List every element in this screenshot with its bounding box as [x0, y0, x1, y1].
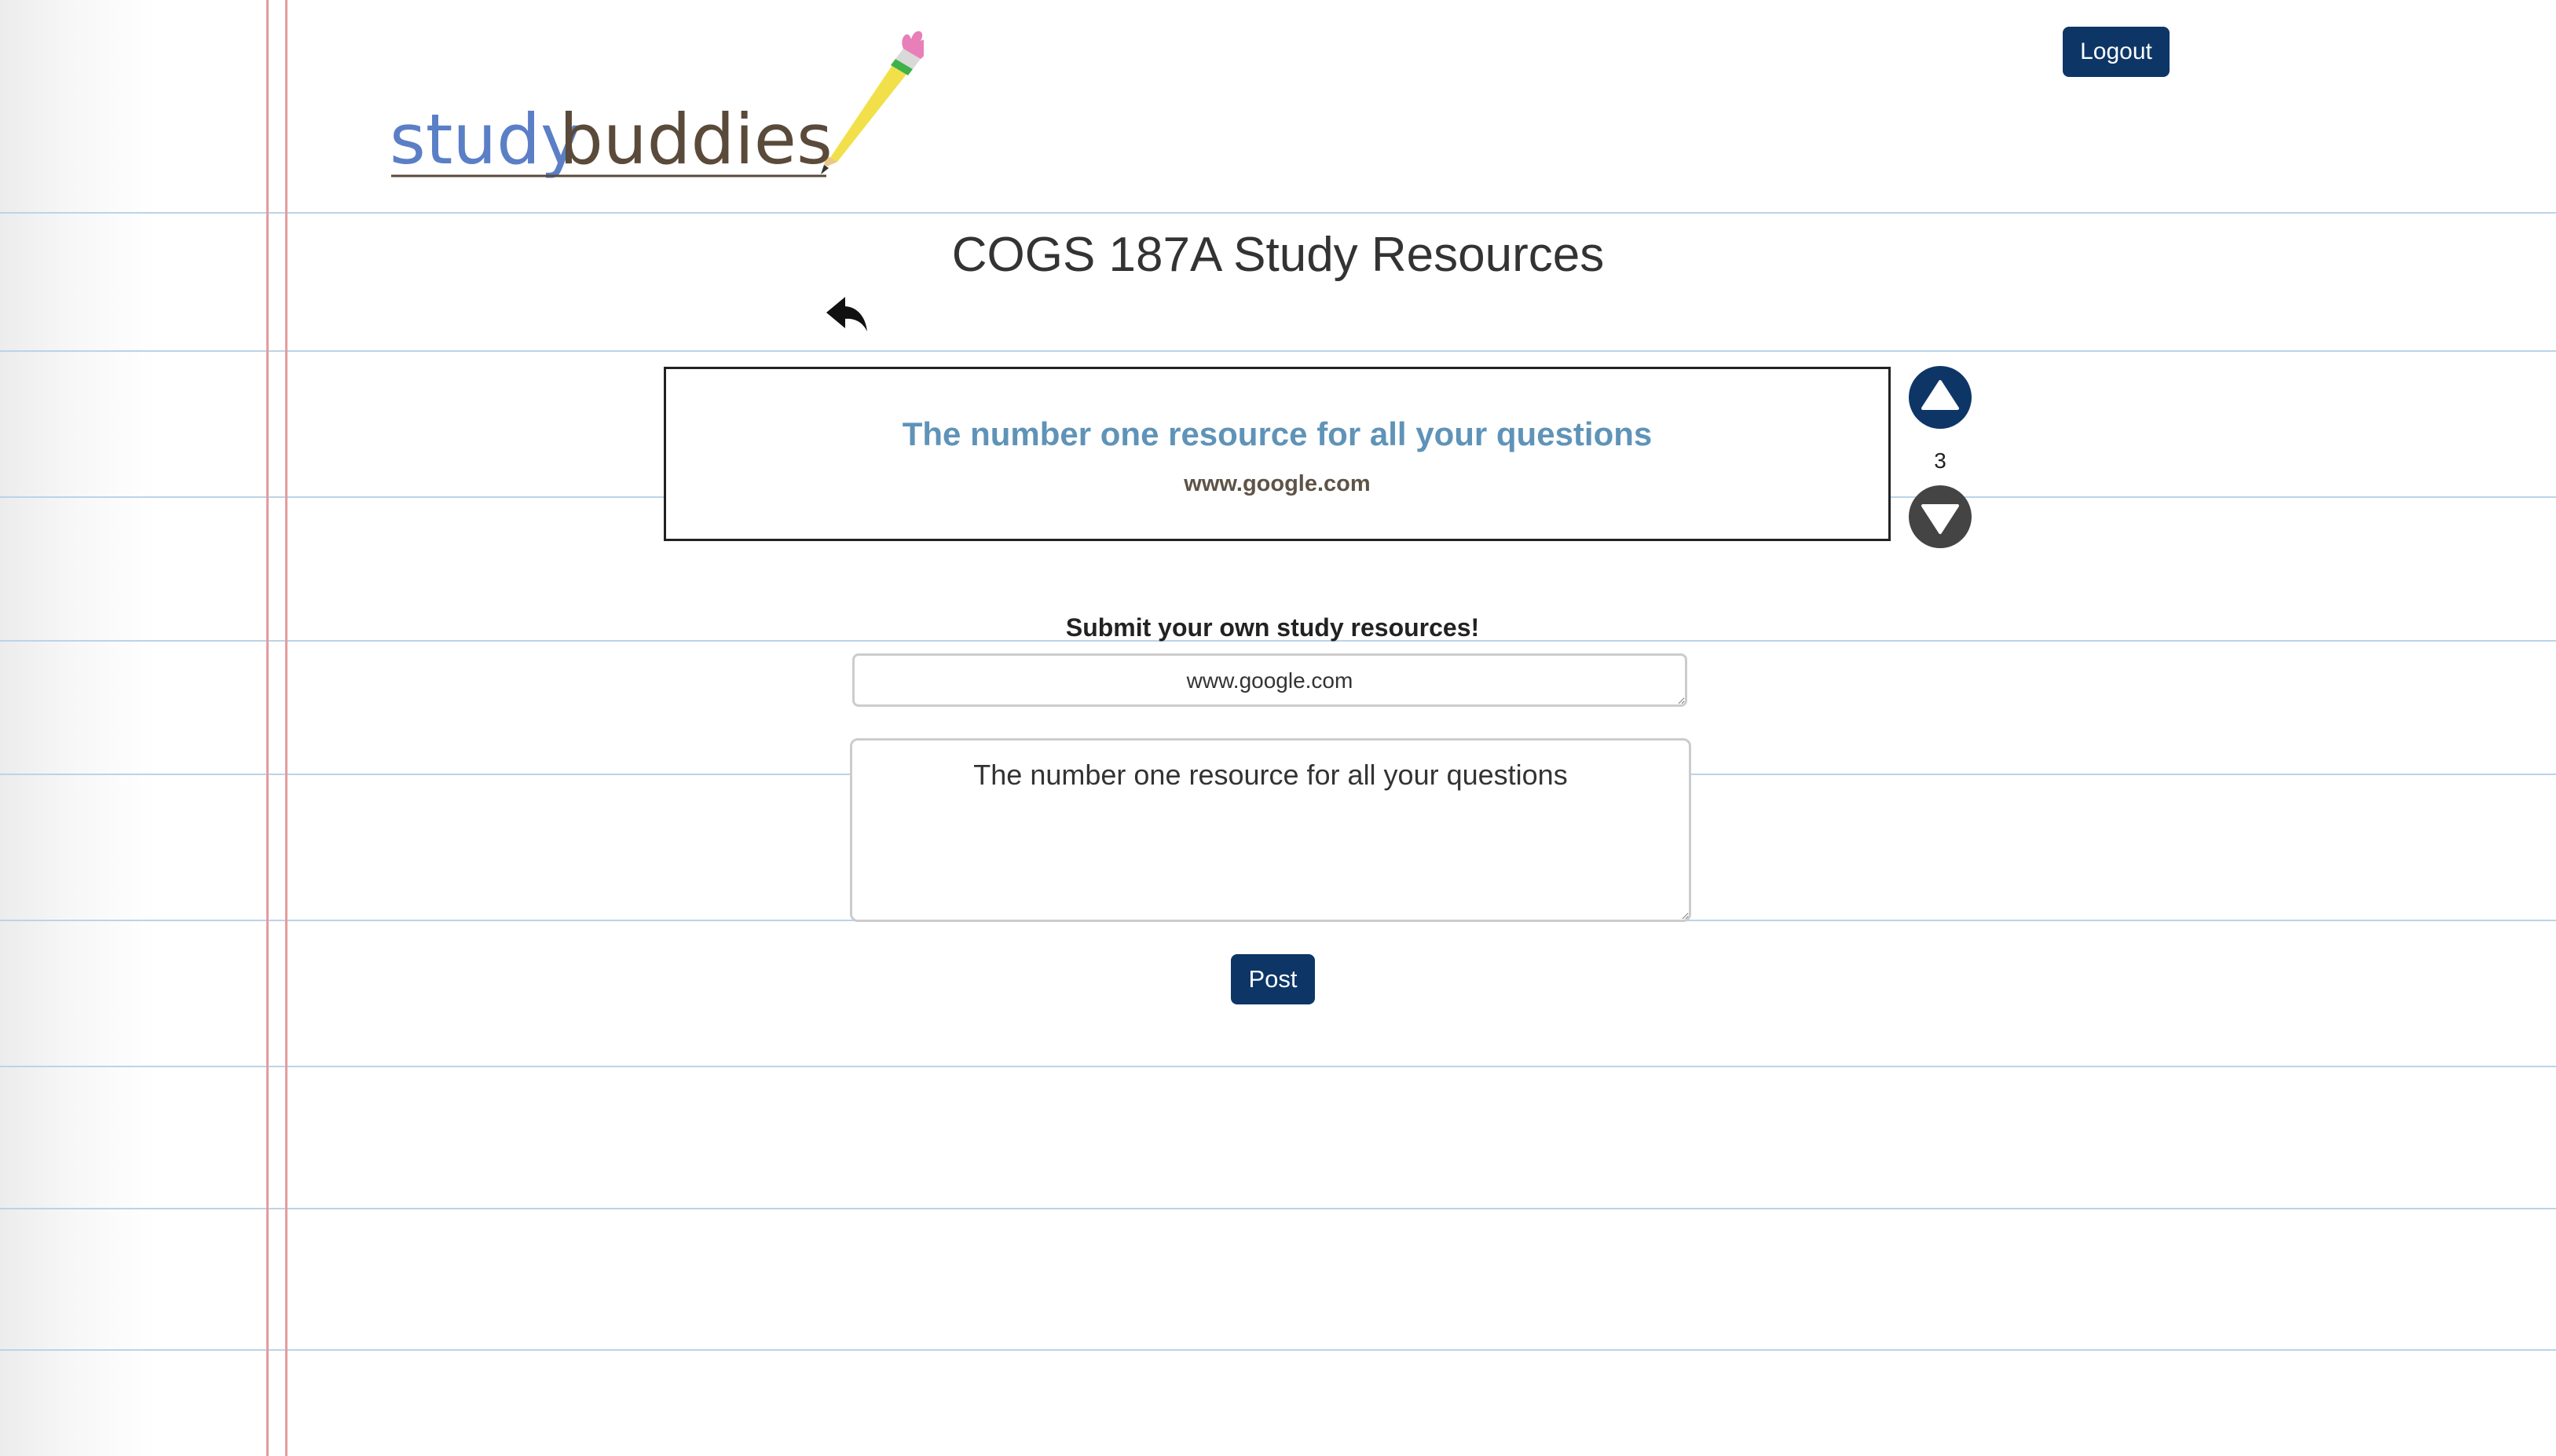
resource-title[interactable]: The number one resource for all your que… [666, 415, 1888, 454]
resource-card: The number one resource for all your que… [664, 367, 1891, 541]
submit-heading: Submit your own study resources! [1065, 613, 1480, 642]
margin-line [285, 0, 287, 1456]
post-button[interactable]: Post [1231, 954, 1315, 1004]
ruled-line [0, 350, 2556, 352]
downvote-triangle-icon [1921, 504, 1959, 534]
page-title: COGS 187A Study Resources [951, 228, 1605, 282]
ruled-line [0, 1349, 2556, 1351]
reply-arrow-icon[interactable] [825, 292, 869, 336]
ruled-line [0, 212, 2556, 214]
resource-url-field[interactable]: www.google.com [852, 653, 1687, 707]
ruled-line [0, 1208, 2556, 1209]
pencil-icon [821, 31, 924, 174]
logo-text-study: study [390, 99, 581, 180]
upvote-button[interactable] [1909, 366, 1972, 429]
downvote-button[interactable] [1909, 485, 1972, 548]
vote-count: 3 [1934, 448, 1946, 473]
margin-line [266, 0, 269, 1456]
studybuddies-logo[interactable]: study buddies [390, 24, 924, 188]
logo-text-buddies: buddies [559, 99, 833, 180]
resource-link[interactable]: www.google.com [666, 470, 1888, 498]
resource-description-field[interactable]: The number one resource for all your que… [850, 738, 1691, 922]
ruled-line [0, 1066, 2556, 1067]
upvote-triangle-icon [1921, 380, 1959, 410]
logout-button[interactable]: Logout [2063, 27, 2170, 77]
